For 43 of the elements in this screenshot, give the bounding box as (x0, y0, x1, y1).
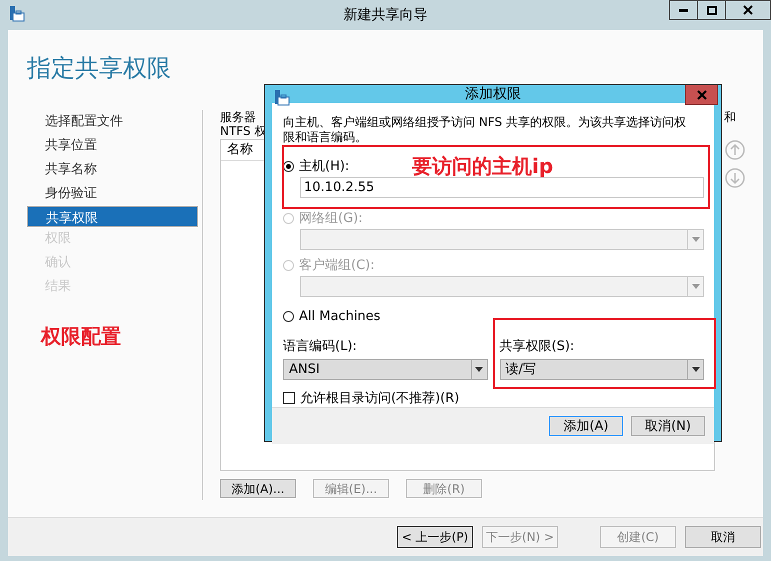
radio-label: 网络组(G): (299, 210, 363, 227)
dialog-button[interactable]: 取消(N) (631, 416, 705, 436)
maximize-icon (706, 6, 716, 14)
nav-item[interactable]: 选择配置文件 (27, 110, 198, 134)
permission-dropdown[interactable]: 读/写 (500, 359, 704, 380)
wizard-button[interactable]: 取消 (685, 526, 761, 548)
annotation-label: 权限配置 (41, 323, 122, 350)
encoding-dropdown[interactable]: ANSI (283, 359, 488, 380)
annotation-label: 要访问的主机ip (412, 153, 554, 180)
radio-button[interactable] (283, 160, 294, 172)
radio-button[interactable] (283, 310, 294, 322)
page-heading: 指定共享权限 (27, 53, 172, 84)
dropdown-field[interactable] (300, 229, 704, 250)
close-icon (743, 5, 753, 15)
host-input-field[interactable]: 10.10.2.55 (300, 177, 704, 198)
radio-label: All Machines (299, 308, 380, 324)
wizard-button[interactable]: < 上一步(P) (397, 526, 473, 548)
dialog-title: 添加权限 (465, 85, 521, 103)
description-text: 和 (724, 110, 736, 124)
minimize-icon (679, 8, 688, 12)
checkbox-label: 允许根目录访问(不推荐)(R) (300, 390, 460, 407)
minimize-button[interactable] (669, 0, 698, 20)
dialog-description: 向主机、客户端组或网络组授予访问 NFS 共享的权限。为该共享选择访问权限和语言编码。 (283, 115, 687, 145)
field-label: 语言编码(L): (283, 338, 358, 355)
close-button[interactable] (725, 0, 771, 20)
radio-label: 主机(H): (299, 158, 350, 175)
maximize-button[interactable] (697, 0, 726, 20)
dialog-button[interactable]: 添加(A) (549, 416, 623, 436)
nav-item[interactable]: 共享位置 (27, 134, 198, 158)
close-icon (696, 90, 706, 100)
dropdown-field[interactable] (300, 276, 704, 297)
checkbox[interactable] (283, 392, 295, 404)
server-share-icon (9, 6, 25, 22)
nav-item[interactable]: 身份验证 (27, 182, 198, 206)
nav-item[interactable]: 共享权限 (27, 206, 198, 227)
description-text: 服务器 (220, 110, 256, 124)
radio-label: 客户端组(C): (299, 257, 375, 274)
dropdown-arrow-icon[interactable] (475, 367, 483, 372)
window-title: 新建共享向导 (344, 6, 428, 24)
table-action-button[interactable]: 添加(A)... (220, 479, 296, 498)
field-label: 共享权限(S): (500, 338, 576, 355)
nav-item[interactable]: 共享名称 (27, 158, 198, 182)
dropdown-arrow-icon[interactable] (692, 367, 700, 372)
